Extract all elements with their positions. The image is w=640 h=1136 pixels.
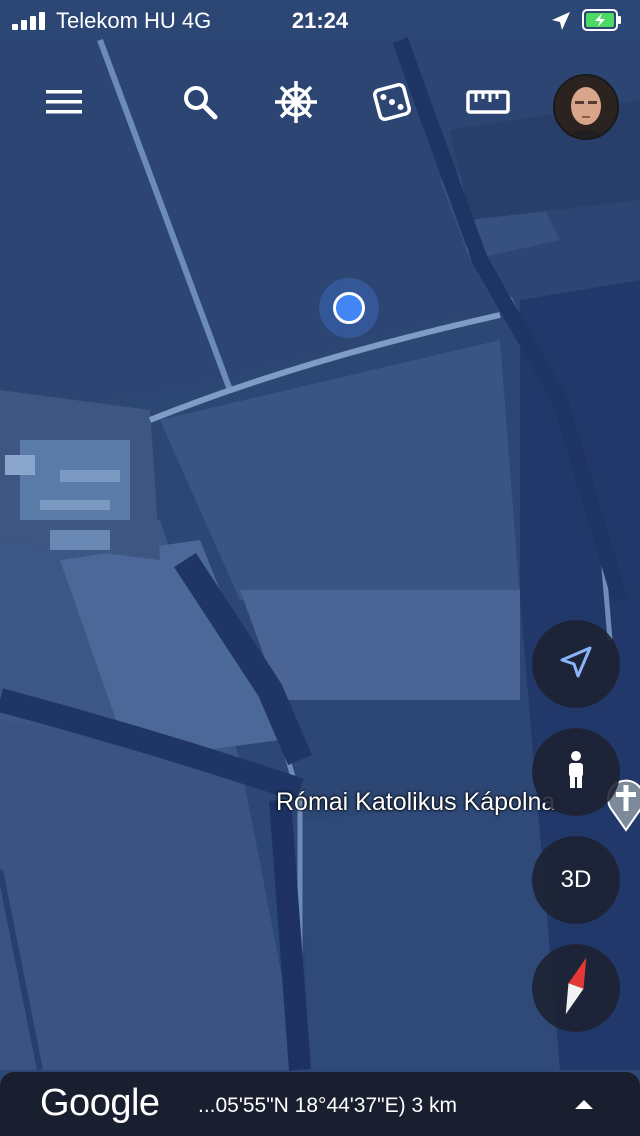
status-bar: Telekom HU 4G 21:24: [0, 0, 640, 42]
place-label[interactable]: Római Katolikus Kápolna: [276, 788, 555, 817]
compass-icon: [556, 954, 596, 1023]
account-avatar[interactable]: [553, 74, 619, 140]
google-logo: Google: [40, 1082, 160, 1124]
bottom-bar: Google ...05'55"N 18°44'37"E) 3 km: [0, 1072, 640, 1136]
top-toolbar: [0, 70, 640, 140]
pegman-icon: [561, 750, 591, 795]
navigation-arrow-icon: [558, 644, 594, 685]
my-location-button[interactable]: [532, 620, 620, 708]
street-view-button[interactable]: [532, 728, 620, 816]
3d-view-label: 3D: [560, 866, 592, 893]
current-location-marker: [319, 278, 379, 338]
ruler-icon[interactable]: [456, 70, 520, 134]
3d-view-button[interactable]: 3D: [532, 836, 620, 924]
location-services-icon: [550, 10, 572, 37]
battery-charging-icon: [582, 9, 622, 31]
compass-button[interactable]: [532, 944, 620, 1032]
status-time: 21:24: [291, 8, 349, 33]
dice-icon[interactable]: [360, 70, 424, 134]
search-icon[interactable]: [168, 70, 232, 134]
menu-icon[interactable]: [32, 70, 96, 134]
coordinates-readout: ...05'55"N 18°44'37"E) 3 km: [198, 1094, 457, 1117]
voyager-icon[interactable]: [264, 70, 328, 134]
chevron-up-icon[interactable]: [560, 1086, 608, 1122]
